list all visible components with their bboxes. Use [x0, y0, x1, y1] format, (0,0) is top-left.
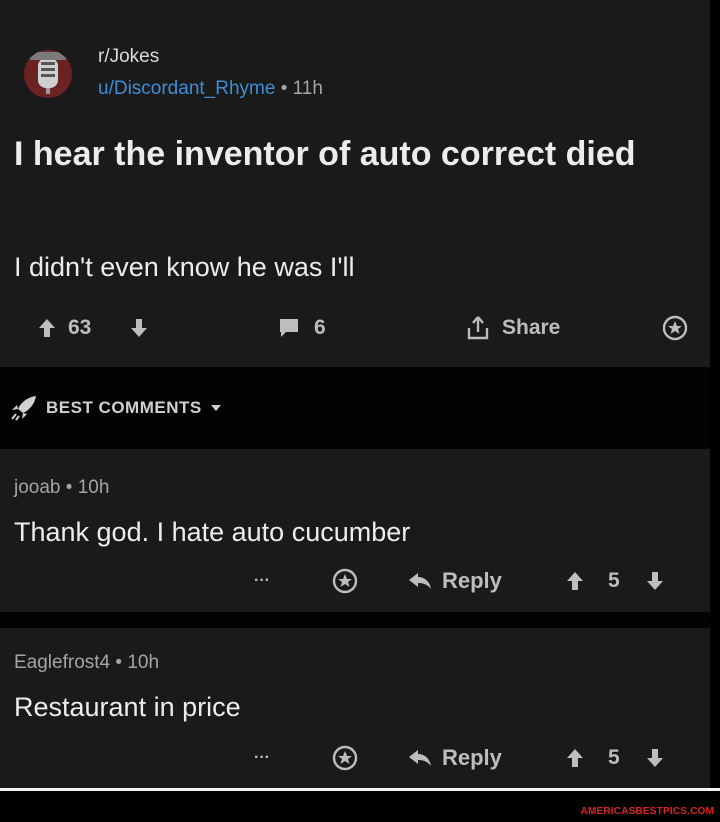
post-frame: r/Jokes u/Discordant_Rhyme • 11h I hear … [0, 0, 710, 790]
downvote-arrow-icon [131, 319, 147, 337]
award-button[interactable] [332, 738, 358, 778]
comment-upvote-button[interactable] [566, 738, 584, 778]
subreddit-avatar[interactable] [24, 50, 72, 98]
byline-separator: • [280, 78, 288, 99]
comment-score: 5 [608, 569, 620, 592]
comment-separator: • [115, 652, 123, 673]
comment-time: 10h [77, 477, 110, 498]
comment-author[interactable]: Eaglefrost4 [14, 652, 110, 673]
comment-actions: ··· Reply 5 [0, 738, 710, 778]
upvote-arrow-icon [567, 572, 583, 590]
comments-button[interactable]: 6 [278, 306, 326, 350]
reply-button[interactable]: Reply [408, 561, 502, 601]
downvote-button[interactable] [130, 306, 148, 350]
comment-upvote-button[interactable] [566, 561, 584, 601]
post-byline: u/Discordant_Rhyme • 11h [98, 78, 323, 100]
reply-arrow-icon [409, 573, 431, 589]
sort-dropdown[interactable]: BEST COMMENTS [10, 395, 222, 421]
comment-time: 10h [127, 652, 160, 673]
upvote-arrow-icon [39, 319, 55, 337]
upvote-arrow-icon [567, 749, 583, 767]
award-button[interactable] [332, 561, 358, 601]
comment-text: Restaurant in price [14, 692, 241, 722]
post-time: 11h [292, 78, 323, 99]
comments-count: 6 [314, 316, 326, 339]
more-options-button[interactable]: ··· [254, 738, 270, 778]
share-icon [467, 316, 489, 340]
upvote-button[interactable] [38, 306, 56, 350]
reply-arrow-icon [409, 750, 431, 766]
comment-2: Eaglefrost4 • 10h Restaurant in price ··… [0, 628, 710, 790]
comment-text: Thank god. I hate auto cucumber [14, 517, 411, 547]
comment-author[interactable]: jooab [14, 477, 61, 498]
award-icon [332, 568, 358, 594]
award-icon [332, 745, 358, 771]
comment-meta: Eaglefrost4 • 10h [14, 652, 159, 674]
caret-down-icon [210, 405, 221, 411]
comment-actions: ··· Reply 5 [0, 561, 710, 601]
downvote-arrow-icon [647, 749, 663, 767]
award-button[interactable] [662, 306, 688, 350]
post-author[interactable]: u/Discordant_Rhyme [98, 78, 275, 99]
post-body: I didn't even know he was I'll [14, 252, 355, 282]
downvote-arrow-icon [647, 572, 663, 590]
reply-label: Reply [442, 745, 502, 770]
share-button[interactable]: Share [466, 306, 560, 350]
comment-downvote-button[interactable] [646, 561, 664, 601]
comment-bubble-icon [280, 319, 298, 337]
post-score: 63 [68, 316, 92, 339]
comment-divider [0, 612, 710, 628]
post-title[interactable]: I hear the inventor of auto correct died [14, 132, 654, 177]
subreddit-name[interactable]: r/Jokes [98, 46, 159, 68]
award-icon [662, 315, 688, 341]
comment-meta: jooab • 10h [14, 477, 109, 499]
comment-separator: • [65, 477, 73, 498]
reply-button[interactable]: Reply [408, 738, 502, 778]
comment-sort-bar: BEST COMMENTS [0, 367, 710, 449]
share-label: Share [502, 316, 561, 339]
footer-divider [0, 788, 720, 791]
more-options-button[interactable]: ··· [254, 561, 270, 601]
comment-score: 5 [608, 746, 620, 769]
reply-label: Reply [442, 568, 502, 593]
rocket-icon [11, 396, 36, 421]
watermark: AMERICASBESTPICS.COM [580, 806, 714, 817]
post-actions: 63 6 Share [0, 306, 710, 350]
comment-1: jooab • 10h Thank god. I hate auto cucum… [0, 449, 710, 612]
sort-label: BEST COMMENTS [46, 398, 202, 417]
comment-downvote-button[interactable] [646, 738, 664, 778]
